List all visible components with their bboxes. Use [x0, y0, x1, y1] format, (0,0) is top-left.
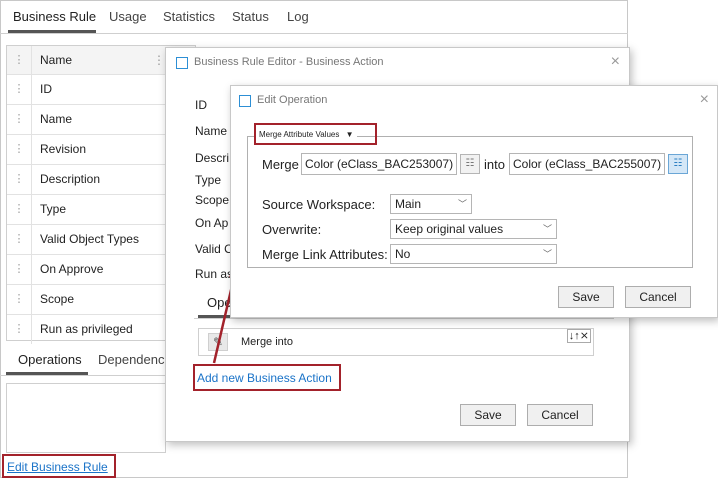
into-label: into [484, 157, 505, 172]
tab-log[interactable]: Log [287, 9, 309, 24]
highlight-operation-type [254, 123, 377, 145]
row-handle-icon: ⋮ [7, 314, 32, 344]
field-label-type: Type [195, 173, 222, 187]
row-handle-icon: ⋮ [7, 194, 32, 224]
row-handle-icon: ⋮ [7, 284, 32, 314]
operation-save-button[interactable]: Save [558, 286, 614, 308]
merge-link-attributes-value: No [395, 247, 411, 261]
grid-row-label: Type [40, 202, 67, 216]
attribute-picker-icon[interactable]: ☷ [668, 154, 688, 174]
grid-row-label: Valid Object Types [40, 232, 139, 246]
tab-divider [0, 33, 628, 34]
grid-row-label: ID [40, 82, 52, 96]
grid-row-label: On Approve [40, 262, 104, 276]
operations-list [6, 383, 166, 453]
business-action-row[interactable]: ✎ Merge into ↓↑⨯ [198, 328, 594, 356]
move-delete-controls-icon[interactable]: ↓↑⨯ [566, 329, 591, 343]
editor-cancel-button[interactable]: Cancel [527, 404, 593, 426]
chevron-down-icon: ﹀ [542, 224, 552, 234]
chevron-down-icon: ﹀ [457, 199, 467, 209]
grid-row-label: Name [40, 112, 73, 126]
row-handle-icon: ⋮ [7, 254, 32, 284]
merge-link-attributes-select[interactable]: No ﹀ [390, 244, 557, 264]
merge-link-attributes-label: Merge Link Attributes: [262, 247, 388, 262]
target-attribute-field[interactable]: Color (eClass_BAC255007) [509, 153, 665, 175]
operation-title: Edit Operation [257, 94, 328, 106]
source-workspace-value: Main [395, 197, 422, 211]
field-label-name: Name [195, 124, 228, 138]
source-workspace-select[interactable]: Main ﹀ [390, 194, 472, 214]
grid-row-label: Revision [40, 142, 87, 156]
tab-business-rule[interactable]: Business Rule [13, 9, 96, 24]
tab-dependencies[interactable]: Dependencie [98, 352, 175, 367]
source-attribute-field[interactable]: Color (eClass_BAC253007) [301, 153, 457, 175]
operation-title-bar[interactable]: Edit Operation × [231, 86, 717, 116]
overwrite-label: Overwrite: [262, 222, 322, 237]
window-icon [239, 95, 251, 107]
grid-header-name[interactable]: Name [40, 46, 72, 74]
row-handle-icon: ⋮ [7, 134, 32, 164]
editor-tab-divider [194, 318, 614, 319]
grid-row-label: Scope [40, 292, 75, 306]
business-action-text: Merge into [241, 336, 293, 348]
field-label-valid-object-types: Valid O [195, 242, 234, 256]
field-label-scope: Scope [195, 193, 230, 207]
grid-row-label: Description [40, 172, 101, 186]
operation-cancel-button[interactable]: Cancel [625, 286, 691, 308]
close-icon[interactable]: × [700, 90, 709, 110]
row-handle-icon: ⋮ [7, 46, 32, 74]
tab-status[interactable]: Status [232, 9, 269, 24]
row-handle-icon: ⋮ [7, 164, 32, 194]
column-menu-icon[interactable]: ⋮ [153, 46, 165, 74]
overwrite-value: Keep original values [395, 222, 504, 236]
row-handle-icon: ⋮ [7, 104, 32, 134]
editor-title: Business Rule Editor - Business Action [194, 56, 384, 68]
close-icon[interactable]: × [611, 52, 620, 72]
tab-usage[interactable]: Usage [109, 9, 147, 24]
edit-operation-dialog: Edit Operation × Merge Attribute Values … [230, 85, 718, 318]
editor-save-button[interactable]: Save [460, 404, 516, 426]
field-label-description: Descri [195, 151, 230, 165]
overwrite-select[interactable]: Keep original values ﹀ [390, 219, 557, 239]
field-label-id: ID [195, 98, 207, 112]
merge-label: Merge [262, 157, 299, 172]
row-handle-icon: ⋮ [7, 224, 32, 254]
chevron-down-icon: ﹀ [542, 249, 552, 259]
editor-title-bar[interactable]: Business Rule Editor - Business Action × [166, 48, 629, 78]
tab-statistics[interactable]: Statistics [163, 9, 215, 24]
source-workspace-label: Source Workspace: [262, 197, 376, 212]
row-handle-icon: ⋮ [7, 74, 32, 104]
window-icon [176, 57, 188, 69]
highlight-edit-link [2, 454, 116, 478]
grid-row-label: Run as privileged [40, 322, 133, 336]
tab-operations[interactable]: Operations [18, 352, 82, 367]
field-label-on-approve: On Ap [195, 216, 229, 230]
attribute-picker-icon[interactable]: ☷ [460, 154, 480, 174]
